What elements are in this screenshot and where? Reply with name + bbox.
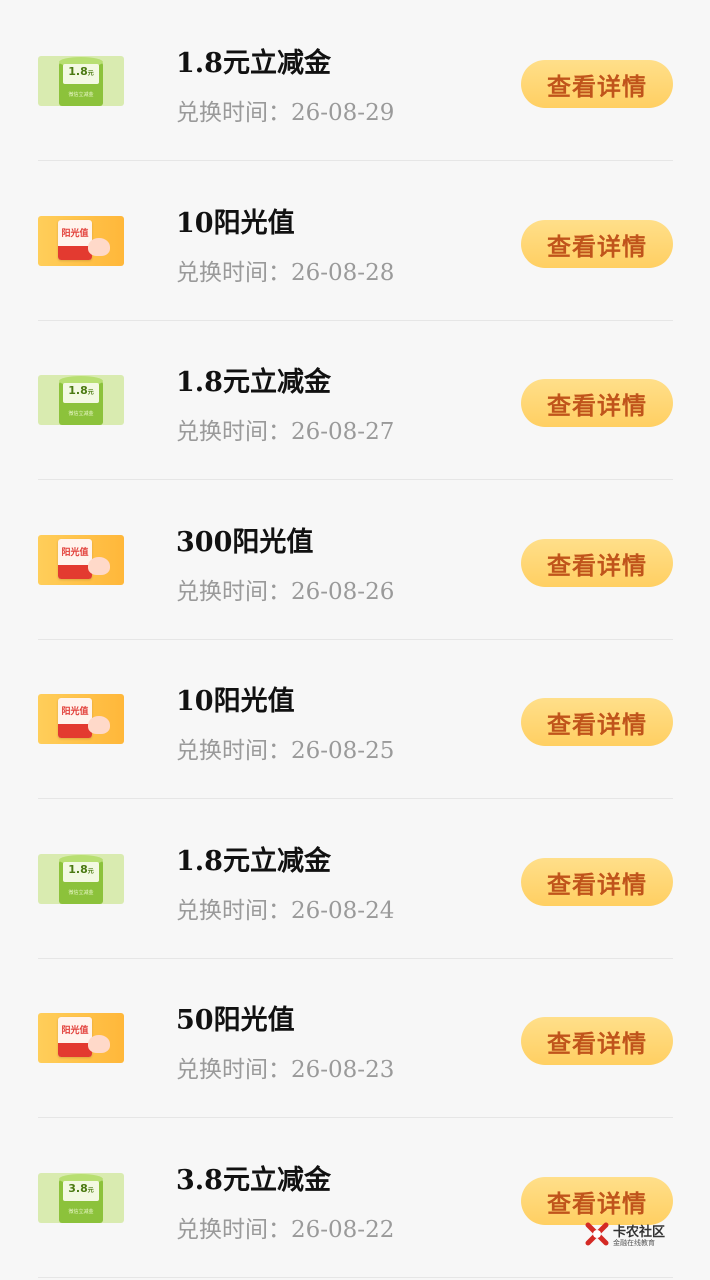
item-title: 1.8元立减金 <box>176 367 331 398</box>
red-envelope-icon: 阳光值 <box>58 539 92 579</box>
hand-icon <box>88 1035 110 1053</box>
view-details-button[interactable]: 查看详情 <box>521 539 673 587</box>
hand-icon <box>88 238 110 256</box>
list-item: 阳光值 300阳光值 兑换时间：26-08-26 查看详情 <box>38 480 673 640</box>
list-item: 阳光值 10阳光值 兑换时间：26-08-25 查看详情 <box>38 639 673 799</box>
thumb-caption: 微信立减金 <box>68 1209 94 1215</box>
item-title: 10阳光值 <box>176 208 295 239</box>
exchange-date: 兑换时间：26-08-24 <box>176 898 395 924</box>
list-item: 1.8元 微信立减金 1.8元立减金 兑换时间：26-08-29 查看详情 <box>38 1 673 161</box>
view-details-button[interactable]: 查看详情 <box>521 1177 673 1225</box>
sunshine-points-thumbnail: 阳光值 <box>38 535 124 585</box>
view-details-button[interactable]: 查看详情 <box>521 379 673 427</box>
sunshine-points-thumbnail: 阳光值 <box>38 1013 124 1063</box>
wechat-voucher-icon <box>58 56 104 106</box>
list-item: 1.8元 微信立减金 1.8元立减金 兑换时间：26-08-27 查看详情 <box>38 320 673 480</box>
exchange-date: 兑换时间：26-08-29 <box>176 100 395 126</box>
view-details-button[interactable]: 查看详情 <box>521 60 673 108</box>
red-envelope-icon: 阳光值 <box>58 698 92 738</box>
exchange-date: 兑换时间：26-08-26 <box>176 579 395 605</box>
view-details-button[interactable]: 查看详情 <box>521 1017 673 1065</box>
view-details-button[interactable]: 查看详情 <box>521 698 673 746</box>
wechat-voucher-icon <box>58 854 104 904</box>
kanong-logo-icon <box>585 1222 609 1246</box>
wechat-voucher-icon <box>58 1173 104 1223</box>
item-title: 10阳光值 <box>176 686 295 717</box>
item-title: 1.8元立减金 <box>176 846 331 877</box>
exchange-date: 兑换时间：26-08-28 <box>176 260 395 286</box>
cash-voucher-thumbnail: 1.8元 微信立减金 <box>38 56 124 106</box>
list-item: 3.8元 微信立减金 3.8元立减金 兑换时间：26-08-22 查看详情 <box>38 1118 673 1278</box>
hand-icon <box>88 557 110 575</box>
item-title: 3.8元立减金 <box>176 1165 331 1196</box>
hand-icon <box>88 716 110 734</box>
cash-voucher-thumbnail: 1.8元 微信立减金 <box>38 854 124 904</box>
thumb-amount: 3.8元 <box>68 1182 94 1195</box>
thumb-caption: 微信立减金 <box>68 890 94 896</box>
item-title: 300阳光值 <box>176 527 314 558</box>
thumb-amount: 1.8元 <box>68 65 94 78</box>
exchange-date: 兑换时间：26-08-27 <box>176 419 395 445</box>
red-envelope-icon: 阳光值 <box>58 1017 92 1057</box>
item-title: 1.8元立减金 <box>176 48 331 79</box>
red-envelope-icon: 阳光值 <box>58 220 92 260</box>
exchange-date: 兑换时间：26-08-25 <box>176 738 395 764</box>
list-item: 1.8元 微信立减金 1.8元立减金 兑换时间：26-08-24 查看详情 <box>38 799 673 959</box>
sunshine-points-thumbnail: 阳光值 <box>38 694 124 744</box>
thumb-caption: 微信立减金 <box>68 411 94 417</box>
wechat-voucher-icon <box>58 375 104 425</box>
watermark-logo: 卡农社区 金融在线教育 <box>585 1220 685 1250</box>
view-details-button[interactable]: 查看详情 <box>521 858 673 906</box>
view-details-button[interactable]: 查看详情 <box>521 220 673 268</box>
list-item: 阳光值 10阳光值 兑换时间：26-08-28 查看详情 <box>38 161 673 321</box>
cash-voucher-thumbnail: 3.8元 微信立减金 <box>38 1173 124 1223</box>
cash-voucher-thumbnail: 1.8元 微信立减金 <box>38 375 124 425</box>
item-title: 50阳光值 <box>176 1005 295 1036</box>
thumb-amount: 1.8元 <box>68 384 94 397</box>
sunshine-points-thumbnail: 阳光值 <box>38 216 124 266</box>
thumb-amount: 1.8元 <box>68 863 94 876</box>
watermark-tagline: 金融在线教育 <box>613 1239 655 1247</box>
exchange-date: 兑换时间：26-08-23 <box>176 1057 395 1083</box>
thumb-caption: 微信立减金 <box>68 92 94 98</box>
exchange-date: 兑换时间：26-08-22 <box>176 1217 395 1243</box>
list-item: 阳光值 50阳光值 兑换时间：26-08-23 查看详情 <box>38 958 673 1118</box>
